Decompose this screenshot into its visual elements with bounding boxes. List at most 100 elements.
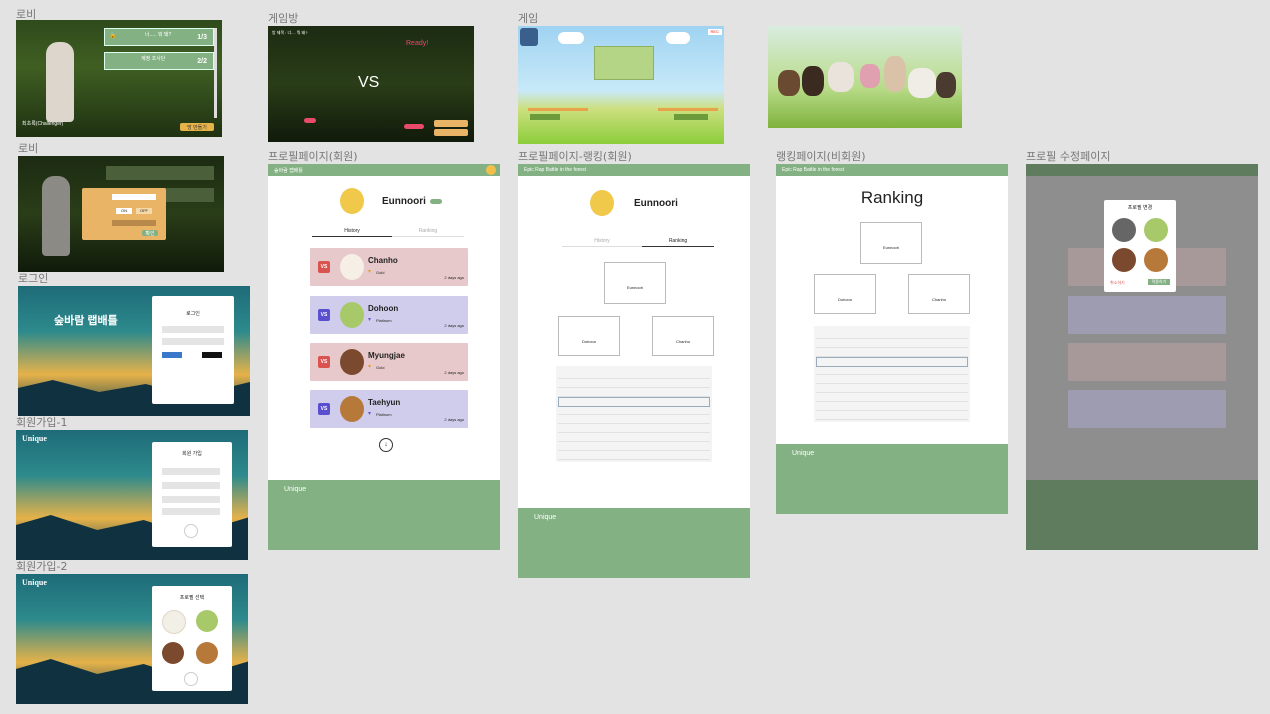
leave-room-button[interactable] bbox=[434, 129, 468, 136]
top-nav bbox=[1026, 164, 1258, 176]
room-title: 계정 조사단 bbox=[141, 56, 166, 62]
apple-login-button[interactable] bbox=[202, 352, 222, 358]
frame-label-profile-edit: 프로필 수정페이지 bbox=[1026, 150, 1111, 163]
password-field[interactable] bbox=[162, 338, 224, 345]
tab-history[interactable]: History bbox=[562, 238, 642, 247]
nav-avatar[interactable] bbox=[486, 165, 496, 175]
tab-ranking[interactable]: Ranking bbox=[392, 228, 464, 237]
characters-illustration bbox=[768, 26, 962, 128]
bear-avatar bbox=[340, 349, 364, 375]
login-title: 로그인 bbox=[186, 311, 200, 317]
scrollbar[interactable] bbox=[214, 28, 217, 118]
podium-first: Eunnoori bbox=[860, 222, 922, 264]
room-name-input[interactable] bbox=[112, 194, 156, 200]
next-button[interactable] bbox=[184, 524, 198, 538]
nav-title: 숲바람 랩배틀 bbox=[274, 168, 303, 174]
chicken-avatar[interactable] bbox=[162, 610, 186, 634]
make-room-button[interactable]: 방 만들기 bbox=[180, 123, 214, 131]
lyrics-board bbox=[594, 46, 654, 80]
room-count: 1/3 bbox=[197, 34, 207, 41]
frame-label-signup-2: 회원가입-2 bbox=[16, 560, 68, 573]
top-nav: Epic Rap Battle in the forest bbox=[518, 164, 750, 176]
next-button[interactable] bbox=[184, 672, 198, 686]
tab-ranking[interactable]: Ranking bbox=[642, 238, 714, 247]
profile-page-frame: 숲바람 랩배틀 Eunnoori History Ranking VS Chan… bbox=[268, 164, 500, 550]
id-field[interactable] bbox=[162, 326, 224, 333]
opponent-tier: Gold bbox=[376, 270, 385, 275]
monkey-avatar[interactable] bbox=[1144, 248, 1168, 272]
table-row bbox=[816, 384, 968, 393]
vs-badge: VS bbox=[318, 309, 330, 321]
profile-select-title: 프로필 선택 bbox=[179, 595, 205, 601]
time-ago: 2 days ago bbox=[444, 275, 464, 280]
vs-badge: VS bbox=[318, 261, 330, 273]
signup-frame: Unique 회원 가입 bbox=[16, 430, 248, 560]
password-input[interactable] bbox=[112, 220, 156, 226]
profile-ranking-frame: Epic Rap Battle in the forest Eunnoori H… bbox=[518, 164, 750, 578]
room-item[interactable]: 계정 조사단 2/2 bbox=[104, 52, 214, 70]
podium-name: Chanho bbox=[675, 339, 690, 344]
podium-name: Chanho bbox=[931, 297, 946, 302]
google-login-button[interactable] bbox=[162, 352, 182, 358]
monkey-avatar[interactable] bbox=[196, 642, 218, 664]
tab-history[interactable]: History bbox=[312, 228, 392, 237]
history-card[interactable]: VS Myungjae ▾ Gold 2 days ago bbox=[310, 343, 468, 381]
player-label bbox=[530, 114, 560, 120]
footer: Unique bbox=[518, 508, 750, 578]
frog-avatar[interactable] bbox=[196, 610, 218, 632]
signup-title: 회원 가입 bbox=[182, 451, 202, 457]
room-item[interactable]: 🔒 너..... 뭐 돼? 1/3 bbox=[104, 28, 214, 46]
id-field[interactable] bbox=[162, 468, 220, 475]
trophy-icon: ▾ bbox=[368, 364, 372, 370]
ranking-page-frame: Epic Rap Battle in the forest Ranking Eu… bbox=[776, 164, 1008, 514]
table-row bbox=[816, 366, 968, 375]
history-card[interactable]: VS Chanho ▾ Gold 2 days ago bbox=[310, 248, 468, 286]
bear-avatar[interactable] bbox=[162, 642, 184, 664]
history-card[interactable]: VS Taehyun ▾ Platinum 2 days ago bbox=[310, 390, 468, 428]
nickname-field[interactable] bbox=[162, 482, 220, 489]
rec-badge: REC bbox=[707, 29, 722, 35]
bear-avatar[interactable] bbox=[1112, 248, 1136, 272]
frame-label-lobby-2: 로비 bbox=[18, 142, 39, 155]
vs-badge: VS bbox=[318, 403, 330, 415]
table-row bbox=[816, 330, 968, 339]
change-character-button[interactable] bbox=[434, 120, 468, 127]
character-figure bbox=[42, 176, 70, 256]
password-confirm-field[interactable] bbox=[162, 508, 220, 515]
top-nav: 숲바람 랩배틀 bbox=[268, 164, 500, 176]
password-field[interactable] bbox=[162, 496, 220, 503]
ready-badge bbox=[404, 124, 424, 129]
frame-label-game: 게임 bbox=[518, 12, 539, 25]
opponent-tier: Gold bbox=[376, 365, 385, 370]
profile-change-modal: 프로필 변경 취소하기 적용하기 bbox=[1104, 200, 1176, 292]
opponent-tier: Platinum bbox=[376, 412, 392, 417]
opponent-name: Chanho bbox=[368, 256, 398, 265]
frog-avatar[interactable] bbox=[1144, 218, 1168, 242]
chicken-avatar-selected[interactable] bbox=[1112, 218, 1136, 242]
frame-label-profile-member: 프로필페이지(회원) bbox=[268, 150, 358, 163]
history-card bbox=[1068, 390, 1226, 428]
on-toggle[interactable]: ON bbox=[116, 208, 132, 214]
login-panel: 로그인 bbox=[152, 296, 234, 404]
signup-panel: 회원 가입 bbox=[152, 442, 232, 547]
ranking-table bbox=[556, 366, 712, 462]
frame-label-login: 로그인 bbox=[18, 272, 49, 285]
animal-figure bbox=[860, 64, 880, 88]
chicken-avatar bbox=[340, 254, 364, 280]
history-card[interactable]: VS Dohoon ▾ Platinum 2 days ago bbox=[310, 296, 468, 334]
off-toggle[interactable]: OFF bbox=[136, 208, 152, 214]
podium-third: Chanho bbox=[652, 316, 714, 356]
apply-button[interactable]: 적용하기 bbox=[1148, 279, 1170, 285]
character-figure bbox=[46, 42, 74, 122]
confirm-button[interactable]: 확인 bbox=[142, 230, 158, 237]
table-row bbox=[558, 415, 710, 424]
table-row bbox=[816, 393, 968, 402]
cancel-button[interactable]: 취소하기 bbox=[1110, 280, 1125, 286]
nav-title: Epic Rap Battle in the forest bbox=[524, 167, 586, 173]
vs-text: VS bbox=[358, 74, 380, 91]
podium-first: Eunnoori bbox=[604, 262, 666, 304]
table-row bbox=[558, 406, 710, 415]
history-card bbox=[1068, 343, 1226, 381]
time-ago: 2 days ago bbox=[444, 323, 464, 328]
load-more-button[interactable]: ↓ bbox=[379, 438, 393, 452]
